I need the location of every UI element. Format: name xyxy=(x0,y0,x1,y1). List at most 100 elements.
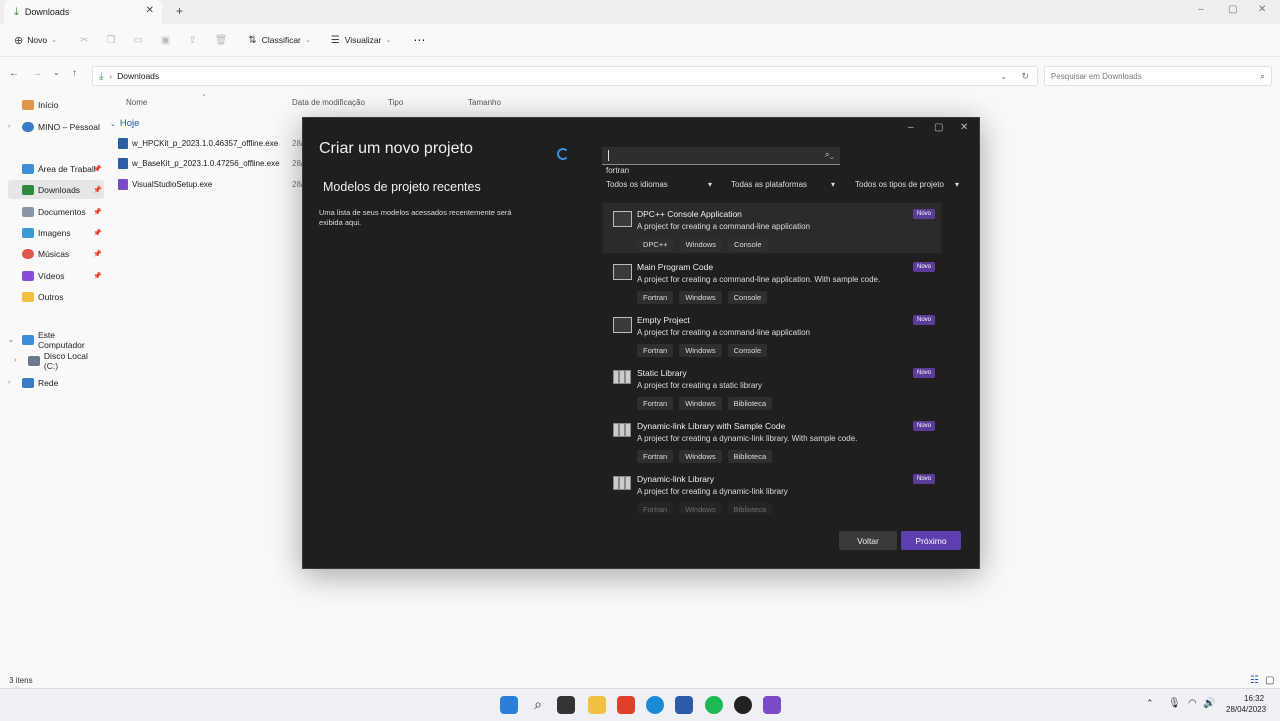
template-description: A project for creating a command-line ap… xyxy=(637,222,810,231)
clock-date[interactable]: 28/04/2023 xyxy=(1226,705,1266,714)
pin-icon: 📌 xyxy=(93,272,102,280)
address-bar[interactable]: ⤓ › Downloads ⌄ ↻ xyxy=(92,66,1038,86)
column-header-type[interactable]: Tipo xyxy=(388,98,403,107)
sidebar-item-videos[interactable]: Vídeos 📌 xyxy=(8,266,104,285)
template-item[interactable]: DPC++ Console Application A project for … xyxy=(603,203,941,253)
new-badge: Novo xyxy=(913,262,936,272)
search-box[interactable]: Pesquisar em Downloads ⌕ xyxy=(1044,66,1272,86)
forward-arrow-icon[interactable]: → xyxy=(32,68,42,79)
copy-icon[interactable]: ❐ xyxy=(106,35,115,46)
chevron-down-icon: ⌄ xyxy=(304,37,311,44)
sidebar-item-this-pc[interactable]: ⌄ Este Computador xyxy=(8,330,104,350)
file-explorer-icon[interactable] xyxy=(588,696,606,714)
chevron-down-icon: ⌄ xyxy=(51,37,57,44)
start-icon[interactable] xyxy=(500,696,518,714)
project-type-filter[interactable]: Todos os tipos de projeto ▾ xyxy=(855,180,959,189)
music-icon xyxy=(22,248,34,259)
spotify-icon[interactable] xyxy=(705,696,723,714)
template-item[interactable]: Main Program Code A project for creating… xyxy=(603,256,941,306)
search-icon[interactable]: ⌕⌄ xyxy=(825,149,834,160)
cut-icon[interactable]: ✂ xyxy=(80,35,88,46)
visual-studio-icon[interactable] xyxy=(763,696,781,714)
tab-downloads[interactable]: ⤓ Downloads ✕ xyxy=(4,0,162,24)
group-header[interactable]: ⌄ Hoje xyxy=(110,118,139,129)
language-filter[interactable]: Todos os idiomas ▾ xyxy=(606,180,712,189)
column-header-size[interactable]: Tamanho xyxy=(468,98,501,107)
tag: Windows xyxy=(679,344,722,357)
delete-icon[interactable]: 🗑 xyxy=(215,35,228,46)
view-button[interactable]: ☰ Visualizar ⌄ xyxy=(331,35,392,46)
edge-icon[interactable] xyxy=(646,696,664,714)
more-options-icon[interactable]: ⋯ xyxy=(413,33,425,47)
task-view-icon[interactable] xyxy=(557,696,575,714)
close-dialog-icon[interactable]: ✕ xyxy=(960,122,968,133)
new-tab-icon[interactable]: + xyxy=(176,4,183,18)
close-window-icon[interactable]: ✕ xyxy=(1258,4,1266,15)
file-row[interactable]: VisualStudioSetup.exe 28/ xyxy=(118,175,303,193)
chevron-down-icon[interactable]: ⌄ xyxy=(1000,72,1007,81)
sort-button[interactable]: ⇅ Classificar ⌄ xyxy=(248,35,310,46)
maximize-icon[interactable]: ▢ xyxy=(934,122,943,133)
brave-icon[interactable] xyxy=(617,696,635,714)
new-button[interactable]: ⊕ Novo ⌄ xyxy=(14,34,57,47)
platform-filter[interactable]: Todas as plataformas ▾ xyxy=(731,180,835,189)
next-button[interactable]: Próximo xyxy=(901,531,961,550)
template-item[interactable]: Dynamic-link Library A project for creat… xyxy=(603,468,941,514)
search-icon[interactable]: ⌕ xyxy=(529,696,547,714)
sidebar-item-desktop[interactable]: Área de Trabalho📌 xyxy=(8,159,104,178)
details-view-icon[interactable]: ☷ xyxy=(1250,675,1259,686)
file-row[interactable]: w_HPCKit_p_2023.1.0.46357_offline.exe 28/ xyxy=(118,134,303,152)
template-tags: DPC++ Windows Console xyxy=(637,238,774,251)
chevron-up-icon[interactable]: ⌃ xyxy=(1146,698,1154,709)
column-header-name[interactable]: Nome xyxy=(126,98,147,107)
search-suggestion[interactable]: fortran xyxy=(606,166,629,175)
chevron-down-icon[interactable]: ⌄ xyxy=(8,336,14,344)
sidebar-item-onedrive[interactable]: › MINO – Pessoal xyxy=(8,117,104,136)
maximize-icon[interactable]: ▢ xyxy=(1228,4,1237,15)
sidebar-item-documents[interactable]: Documentos 📌 xyxy=(8,202,104,221)
template-item[interactable]: Empty Project A project for creating a c… xyxy=(603,309,941,359)
store-icon[interactable] xyxy=(675,696,693,714)
file-row[interactable]: w_BaseKit_p_2023.1.0.47256_offline.exe 28… xyxy=(118,154,303,172)
microphone-icon[interactable]: 🎙 xyxy=(1168,698,1181,709)
rename-icon[interactable]: ▣ xyxy=(161,35,170,46)
paste-icon[interactable]: ▭ xyxy=(133,35,142,46)
sidebar-item-downloads[interactable]: Downloads 📌 xyxy=(8,180,104,199)
sidebar-item-label: Área de Trabalho xyxy=(38,163,96,174)
library-icon xyxy=(613,370,631,384)
sidebar-item-others[interactable]: Outros xyxy=(8,287,104,306)
template-item[interactable]: Static Library A project for creating a … xyxy=(603,362,941,412)
breadcrumb[interactable]: Downloads xyxy=(117,71,159,81)
up-arrow-icon[interactable]: ↑ xyxy=(72,68,77,79)
sidebar-item-local-disk[interactable]: › Disco Local (C:) xyxy=(8,351,104,371)
sidebar-item-music[interactable]: Músicas 📌 xyxy=(8,244,104,263)
template-search-input[interactable]: ⌕⌄ xyxy=(602,147,840,165)
refresh-icon[interactable]: ↻ xyxy=(1021,71,1029,82)
sidebar-item-network[interactable]: › Rede xyxy=(8,373,104,392)
chevron-right-icon[interactable]: › xyxy=(14,357,16,364)
clock-time[interactable]: 16:32 xyxy=(1244,694,1264,703)
minimize-icon[interactable]: – xyxy=(1198,4,1204,15)
back-arrow-icon[interactable]: ← xyxy=(9,68,19,79)
column-header-modified[interactable]: Data de modificação xyxy=(292,98,365,107)
tag: Console xyxy=(727,291,768,304)
console-app-icon xyxy=(613,317,632,333)
sidebar-item-pictures[interactable]: Imagens 📌 xyxy=(8,223,104,242)
chevron-right-icon[interactable]: › xyxy=(8,379,10,386)
tiles-view-icon[interactable]: ▢ xyxy=(1265,675,1274,686)
wifi-icon[interactable]: ◠ xyxy=(1188,698,1197,709)
search-input[interactable]: Pesquisar em Downloads xyxy=(1051,72,1142,81)
share-icon[interactable]: ⇪ xyxy=(188,35,196,46)
close-tab-icon[interactable]: ✕ xyxy=(146,5,154,16)
plus-circle-icon: ⊕ xyxy=(14,34,24,47)
volume-icon[interactable]: 🔊 xyxy=(1203,698,1215,709)
sidebar-item-home[interactable]: Início xyxy=(8,95,104,114)
back-button[interactable]: Voltar xyxy=(839,531,897,550)
template-item[interactable]: Dynamic-link Library with Sample Code A … xyxy=(603,415,941,465)
obs-icon[interactable] xyxy=(734,696,752,714)
tag: Biblioteca xyxy=(727,503,773,514)
chevron-right-icon[interactable]: › xyxy=(8,123,10,130)
recent-locations-icon[interactable]: ⌄ xyxy=(53,68,60,77)
minimize-icon[interactable]: – xyxy=(908,122,914,133)
pin-icon: 📌 xyxy=(93,229,102,237)
